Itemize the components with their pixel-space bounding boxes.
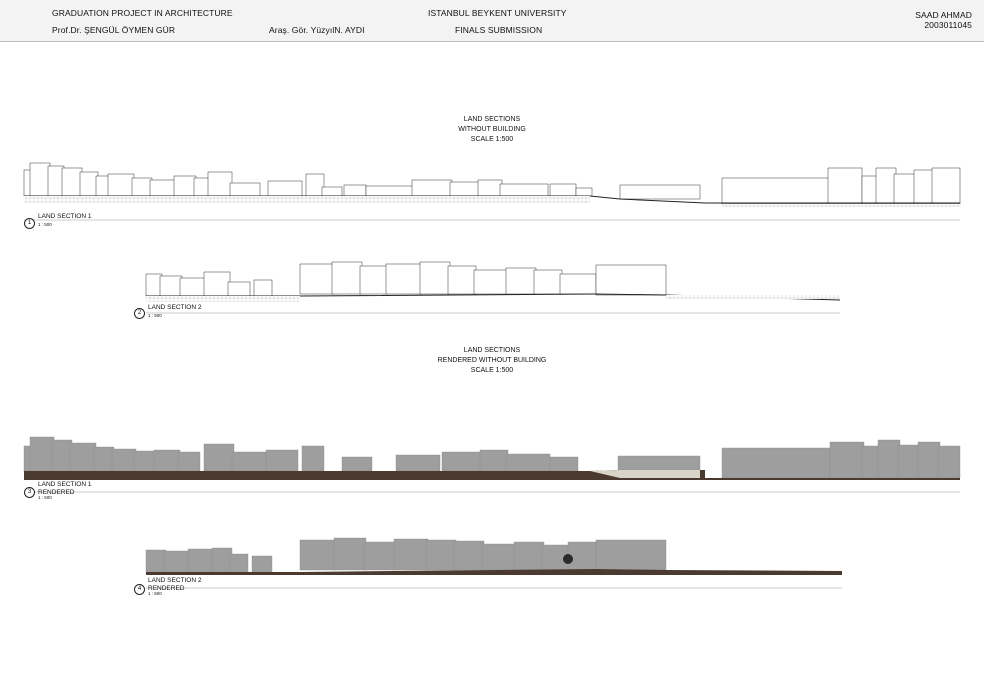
land-section-2-drawing bbox=[145, 261, 841, 314]
section-1-scale: 1 : 500 bbox=[38, 222, 52, 227]
section-4-scale: 1 : 500 bbox=[148, 591, 162, 596]
section-4-title: LAND SECTION 2 bbox=[148, 577, 202, 584]
section-number-3: 3 bbox=[24, 487, 35, 498]
section-2-title: LAND SECTION 2 bbox=[148, 304, 202, 311]
section-1-title: LAND SECTION 1 bbox=[38, 213, 92, 220]
section-3-title: LAND SECTION 1 bbox=[38, 481, 92, 488]
section-3-scale: 1 : 500 bbox=[38, 495, 52, 500]
land-section-1-rendered bbox=[23, 436, 961, 493]
section-number-4: 4 bbox=[134, 584, 145, 595]
section-2-scale: 1 : 500 bbox=[148, 313, 162, 318]
land-section-2-rendered bbox=[145, 537, 842, 589]
section-number-1: 1 bbox=[24, 218, 35, 229]
land-section-1-drawing bbox=[23, 162, 961, 221]
section-number-2: 2 bbox=[134, 308, 145, 319]
